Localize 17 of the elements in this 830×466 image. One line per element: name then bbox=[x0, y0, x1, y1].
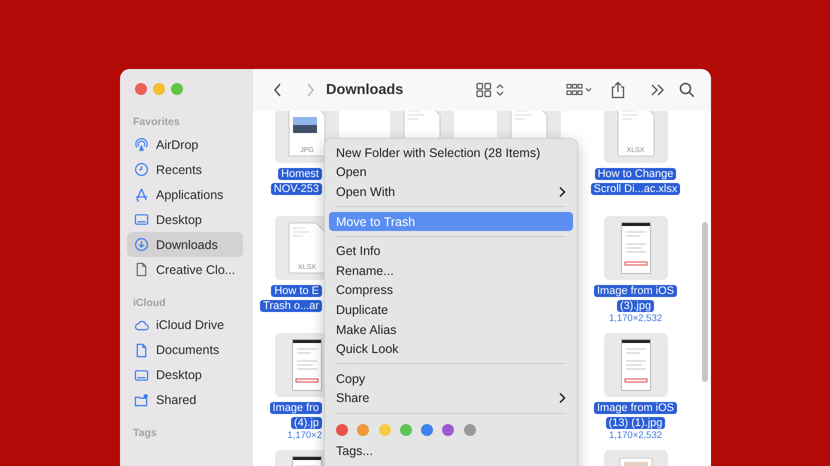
sidebar-item-label: Desktop bbox=[156, 212, 202, 226]
sidebar-heading: iCloud bbox=[133, 296, 167, 310]
sidebar-item-label: Desktop bbox=[156, 368, 202, 382]
sidebar-item-label: iCloud Drive bbox=[156, 318, 224, 332]
image-dimensions: 1,170×2 bbox=[287, 430, 322, 442]
sidebar-item-label: Documents bbox=[156, 343, 220, 357]
image-dimensions: 1,170×2,532 bbox=[608, 313, 662, 325]
sidebar-item-label: Creative Clo... bbox=[156, 262, 236, 276]
sidebar-item-label: Downloads bbox=[156, 238, 218, 252]
sidebar-item-label: Recents bbox=[156, 162, 202, 176]
image-dimensions: 1,170×2,532 bbox=[608, 430, 662, 442]
sidebar-item-label: AirDrop bbox=[156, 138, 198, 152]
sidebar-item-label: Shared bbox=[156, 393, 196, 407]
sidebar-item-label: Applications bbox=[156, 188, 224, 202]
sidebar-heading: Favorites bbox=[133, 115, 181, 130]
window-title: Downloads bbox=[326, 82, 404, 98]
sidebar-heading: Tags bbox=[133, 426, 158, 441]
